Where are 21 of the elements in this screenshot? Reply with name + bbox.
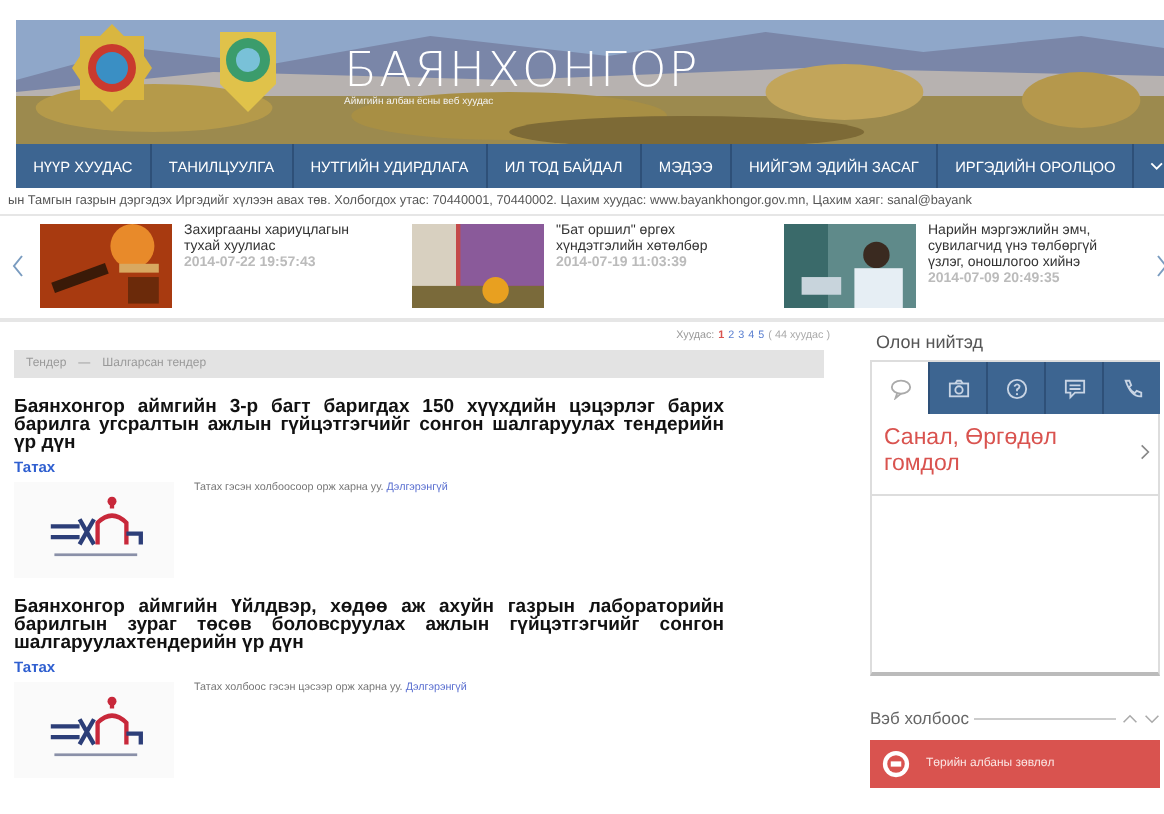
emblem-icon [882, 750, 910, 778]
article-title[interactable]: Баянхонгор аймгийн Үйлдвэр, хөдөө аж ахуйн газрын лабораторийн барилгын зураг төсөв боловсруулах ажлын гүйцэтгэгчийг сонгон шалгаруулахтендерийн үр дүн [14, 598, 724, 652]
feedback-link[interactable]: Санал, Өргөдөл гомдол [872, 414, 1158, 496]
help-icon [1005, 377, 1027, 399]
panel-tab[interactable] [928, 362, 986, 414]
message-icon [1063, 377, 1085, 399]
logo-icon [14, 482, 174, 578]
article-title[interactable]: Баянхонгор аймгийн 3-р багт баригдах 150 хүүхдийн цэцэрлэг барих барилга угсралтын ажлын гүйцэтгэгчийг сонгон шалгаруулах тендерийн үр дүн [14, 398, 724, 452]
chat-icon [889, 377, 911, 399]
section-title: Олон нийтэд [876, 332, 986, 352]
chevron-right-icon [1140, 442, 1150, 462]
emblem-icon [72, 24, 152, 112]
phone-icon [1121, 377, 1143, 399]
section-title: Вэб холбоос [870, 708, 969, 728]
camera-icon [947, 377, 969, 399]
panel-tab[interactable] [986, 362, 1044, 414]
logo-icon [14, 682, 174, 778]
site-title: БАЯНХОНГОР [344, 44, 700, 96]
panel-tab[interactable] [1044, 362, 1102, 414]
panel-tab[interactable] [1102, 362, 1160, 414]
chevron-left-icon[interactable] [12, 254, 24, 278]
